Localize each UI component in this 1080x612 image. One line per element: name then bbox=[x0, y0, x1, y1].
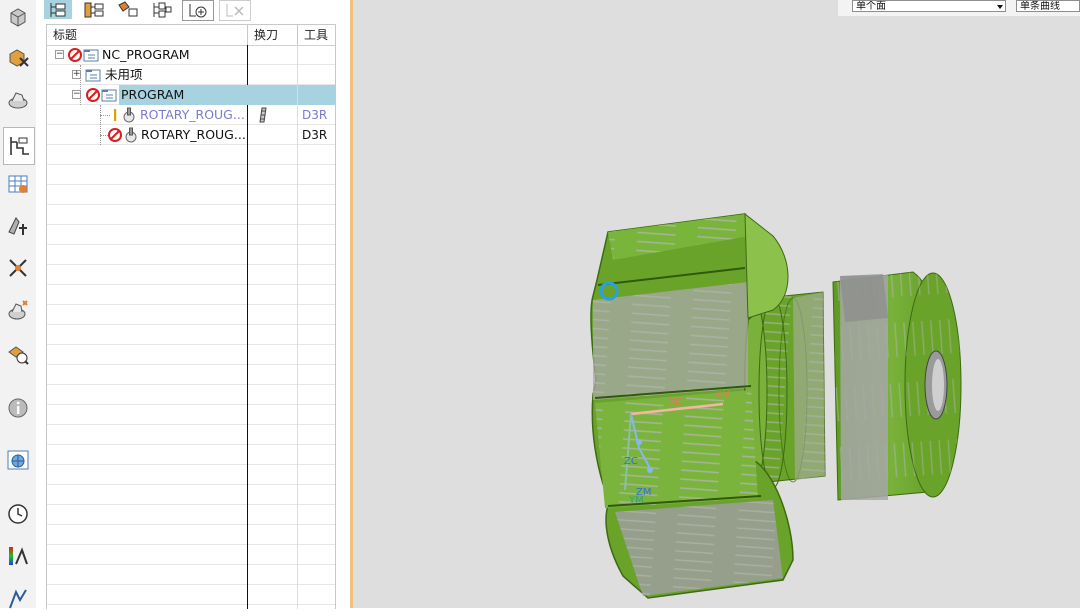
column-header-name[interactable]: 标题 bbox=[47, 25, 247, 45]
folder-icon bbox=[85, 69, 101, 82]
tree-row-label: NC_PROGRAM bbox=[102, 47, 190, 62]
curve-rule-dropdown[interactable]: 单条曲线 bbox=[1016, 0, 1080, 12]
rear-hub bbox=[832, 271, 962, 501]
rotary-milling-operation-icon bbox=[123, 107, 135, 123]
selection-highlight bbox=[298, 85, 335, 105]
face-rule-value: 单个面 bbox=[856, 1, 886, 12]
resource-bar bbox=[0, 0, 37, 609]
history-icon[interactable] bbox=[4, 500, 32, 528]
rotary-milling-operation-icon bbox=[125, 127, 137, 143]
machining-feature-navigator-icon[interactable] bbox=[4, 212, 32, 240]
feature-group-navigator-icon[interactable] bbox=[4, 296, 32, 324]
collapse-icon[interactable]: − bbox=[55, 50, 64, 59]
tree-row-nc-program[interactable]: − NC_PROGRAM bbox=[47, 45, 335, 65]
operation-tree: 标题 换刀 工具 − NC_PROGRAM + 未用项 − PROGRAM RO… bbox=[46, 24, 336, 609]
tool-cell: D3R bbox=[302, 128, 328, 142]
triad-label: ZC bbox=[624, 456, 638, 467]
chevron-down-icon bbox=[997, 5, 1003, 9]
constraint-navigator-icon[interactable] bbox=[4, 44, 32, 72]
web-browser-icon[interactable] bbox=[4, 446, 32, 474]
program-folder-icon bbox=[83, 49, 99, 62]
machine-tool-view-icon[interactable] bbox=[80, 0, 108, 19]
triad-label: YM bbox=[628, 495, 644, 506]
tree-header: 标题 换刀 工具 bbox=[47, 25, 335, 46]
error-status-icon bbox=[86, 88, 100, 102]
graphics-window[interactable]: XC XM ZC ZM YM bbox=[353, 0, 1080, 608]
program-order-view-icon[interactable] bbox=[44, 0, 72, 19]
machining-method-view-icon[interactable] bbox=[148, 0, 176, 19]
navigator-toolbar bbox=[44, 0, 344, 21]
curve-rule-value: 单条曲线 bbox=[1020, 1, 1060, 12]
delete-operation-icon bbox=[219, 0, 251, 21]
program-folder-icon bbox=[101, 89, 117, 102]
tool-change-icon bbox=[259, 107, 267, 123]
error-status-icon bbox=[108, 128, 122, 142]
nx-cam-window: 标题 换刀 工具 − NC_PROGRAM + 未用项 − PROGRAM RO… bbox=[0, 0, 1080, 609]
add-operation-icon[interactable] bbox=[182, 0, 214, 21]
part-navigator-icon[interactable] bbox=[4, 86, 32, 114]
tree-row-unused-items[interactable]: + 未用项 bbox=[47, 65, 335, 85]
expand-icon[interactable]: + bbox=[72, 70, 81, 79]
tree-row-program[interactable]: − PROGRAM bbox=[47, 85, 335, 105]
selection-bar: 单个面 单条曲线 bbox=[838, 0, 1080, 16]
error-status-icon bbox=[68, 48, 82, 62]
tree-row-label: 未用项 bbox=[105, 67, 143, 82]
tree-row-operation-1[interactable]: ROTARY_ROUG... D3R bbox=[47, 105, 335, 125]
face-rule-dropdown[interactable]: 单个面 bbox=[852, 0, 1006, 12]
info-icon[interactable] bbox=[4, 394, 32, 422]
operation-navigator-panel: 标题 换刀 工具 − NC_PROGRAM + 未用项 − PROGRAM RO… bbox=[36, 0, 350, 609]
tree-row-label: ROTARY_ROUG... bbox=[141, 127, 246, 142]
tool-cell: D3R bbox=[302, 108, 328, 122]
column-header-tool[interactable]: 工具 bbox=[297, 25, 335, 45]
reuse-library-icon[interactable] bbox=[4, 340, 32, 368]
tree-row-label: PROGRAM bbox=[121, 87, 185, 102]
tree-row-operation-2[interactable]: ROTARY_ROUG... D3R bbox=[47, 125, 335, 145]
cam-feature-navigator-icon[interactable] bbox=[4, 254, 32, 282]
operation-navigator-icon[interactable] bbox=[3, 127, 35, 165]
part-model[interactable]: XC XM ZC ZM YM bbox=[353, 0, 1080, 608]
system-materials-icon[interactable] bbox=[4, 542, 32, 570]
tree-row-label: ROTARY_ROUG... bbox=[140, 107, 245, 122]
assembly-navigator-icon[interactable] bbox=[4, 4, 32, 32]
triad-label: XM bbox=[715, 390, 730, 401]
geometry-view-icon[interactable] bbox=[114, 0, 142, 19]
column-header-toolchange[interactable]: 换刀 bbox=[247, 25, 297, 45]
collapse-icon[interactable]: − bbox=[72, 90, 81, 99]
triad-label: XC bbox=[669, 397, 682, 408]
machine-tool-navigator-icon[interactable] bbox=[4, 170, 32, 198]
